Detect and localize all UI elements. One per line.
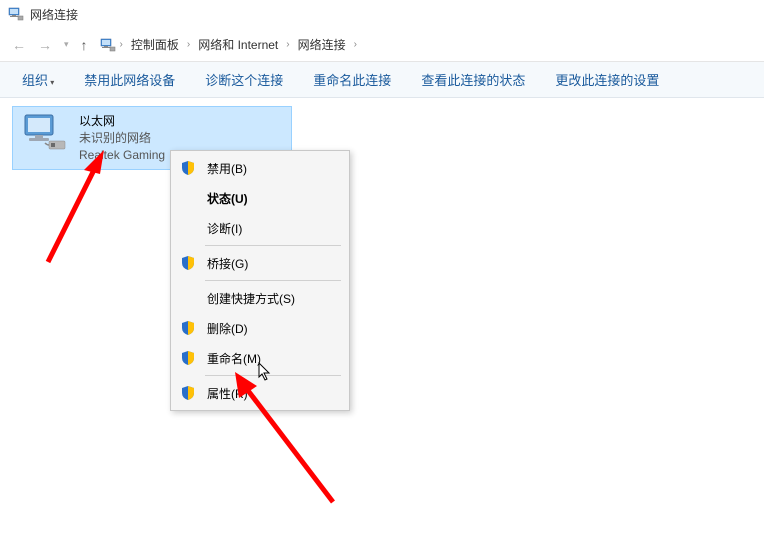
network-info: 以太网 未识别的网络 Realtek Gaming [79,113,165,163]
menu-disable-label: 禁用(B) [207,160,247,177]
chevron-right-icon: › [354,39,357,50]
menu-bridge[interactable]: 桥接(G) [173,248,347,278]
change-settings-button[interactable]: 更改此连接的设置 [541,64,673,95]
forward-button[interactable]: → [34,33,56,57]
toolbar: 组织 禁用此网络设备 诊断这个连接 重命名此连接 查看此连接的状态 更改此连接的… [0,62,764,98]
content-area: 以太网 未识别的网络 Realtek Gaming [0,98,764,178]
network-status: 未识别的网络 [79,130,165,147]
menu-disable[interactable]: 禁用(B) [173,153,347,183]
disable-device-button[interactable]: 禁用此网络设备 [70,64,189,95]
network-adapter: Realtek Gaming [79,147,165,164]
chevron-right-icon: › [187,39,190,50]
menu-icon-empty [179,289,197,307]
menu-properties[interactable]: 属性(R) [173,378,347,408]
breadcrumb-network-connections[interactable]: 网络连接 [294,34,350,55]
organize-menu[interactable]: 组织 [8,64,68,95]
breadcrumb-control-panel[interactable]: 控制面板 [127,34,183,55]
menu-shortcut-label: 创建快捷方式(S) [207,290,295,307]
breadcrumb-network-internet[interactable]: 网络和 Internet [194,34,282,55]
ethernet-icon [21,113,69,153]
network-name: 以太网 [79,113,165,130]
network-connections-icon [100,37,116,53]
chevron-right-icon: › [286,39,289,50]
menu-bridge-label: 桥接(G) [207,255,248,272]
menu-delete[interactable]: 删除(D) [173,313,347,343]
menu-properties-label: 属性(R) [207,385,248,402]
up-button[interactable]: ↑ [77,33,92,57]
diagnose-connection-button[interactable]: 诊断这个连接 [191,64,297,95]
shield-icon [179,349,197,367]
menu-separator [205,375,341,376]
context-menu: 禁用(B) 状态(U) 诊断(I) 桥接(G) 创建快捷方式(S) 删除(D) [170,150,350,411]
back-button[interactable]: ← [8,33,30,57]
view-status-button[interactable]: 查看此连接的状态 [407,64,539,95]
title-bar: 网络连接 [0,0,764,28]
breadcrumb: 控制面板 › 网络和 Internet › 网络连接 › [127,34,357,55]
menu-delete-label: 删除(D) [207,320,248,337]
network-connections-icon [8,6,24,22]
menu-diagnose-label: 诊断(I) [207,220,242,237]
recent-dropdown[interactable]: ▾ [60,35,73,54]
menu-separator [205,245,341,246]
navigation-bar: ← → ▾ ↑ › 控制面板 › 网络和 Internet › 网络连接 › [0,28,764,62]
shield-icon [179,319,197,337]
menu-shortcut[interactable]: 创建快捷方式(S) [173,283,347,313]
nav-arrows: ← → ▾ ↑ [8,33,92,57]
menu-rename[interactable]: 重命名(M) [173,343,347,373]
menu-diagnose[interactable]: 诊断(I) [173,213,347,243]
menu-status-label: 状态(U) [207,190,248,207]
menu-separator [205,280,341,281]
window-title: 网络连接 [30,6,78,23]
shield-icon [179,159,197,177]
menu-icon-empty [179,219,197,237]
menu-rename-label: 重命名(M) [207,350,261,367]
shield-icon [179,254,197,272]
menu-status[interactable]: 状态(U) [173,183,347,213]
rename-connection-button[interactable]: 重命名此连接 [299,64,405,95]
shield-icon [179,384,197,402]
menu-icon-empty [179,189,197,207]
chevron-right-icon: › [120,39,123,50]
